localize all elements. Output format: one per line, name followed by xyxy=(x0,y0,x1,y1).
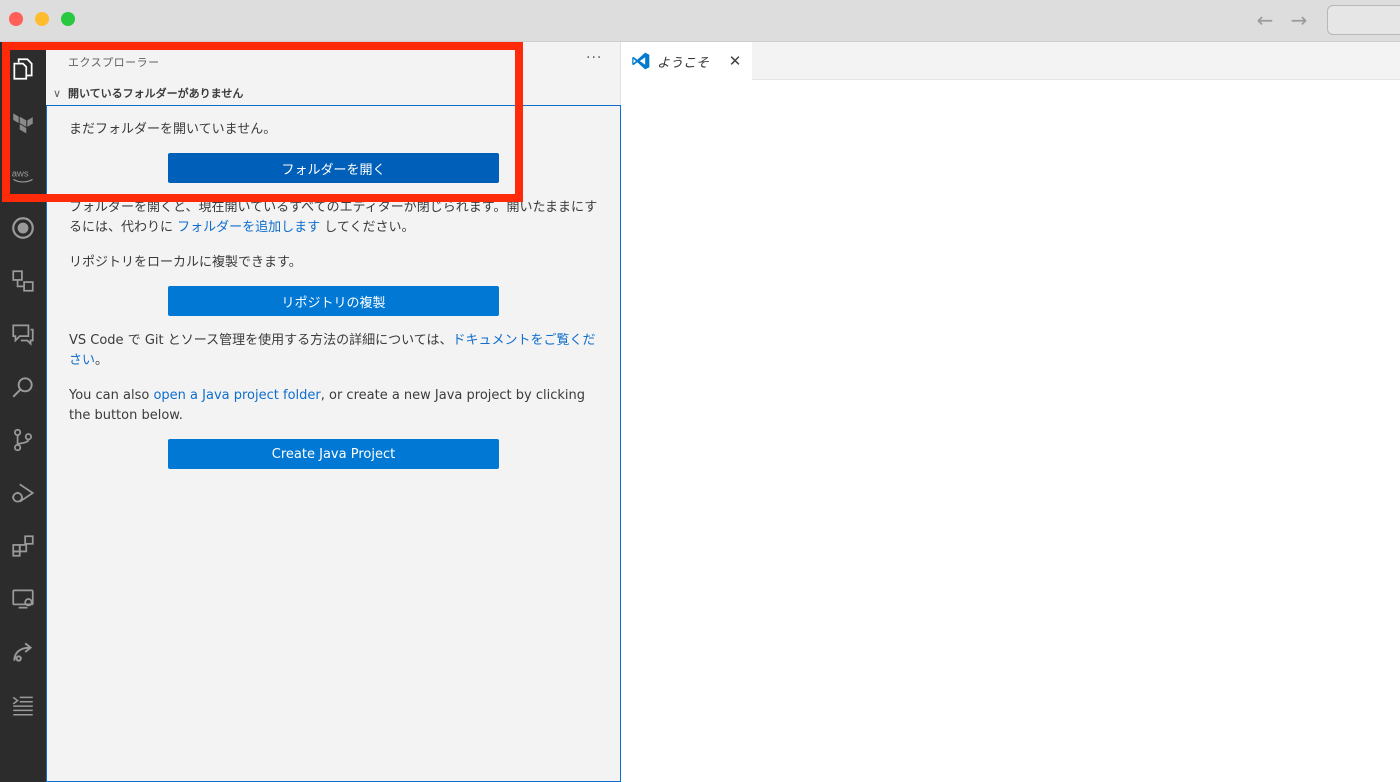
command-center[interactable] xyxy=(1327,5,1400,35)
search-icon[interactable] xyxy=(0,364,46,410)
comments-icon[interactable] xyxy=(0,311,46,357)
no-folder-text: まだフォルダーを開いていません。 xyxy=(69,122,277,137)
editor-area[interactable] xyxy=(621,80,1400,782)
no-folder-section-header[interactable]: ∨ 開いているフォルダーがありません xyxy=(46,82,621,104)
window-close-button[interactable] xyxy=(9,12,23,26)
window-maximize-button[interactable] xyxy=(61,12,75,26)
editor-tab-bar: ようこそ ✕ xyxy=(621,42,1400,80)
extensions-icon[interactable] xyxy=(0,523,46,569)
back-arrow-icon[interactable]: ← xyxy=(1253,8,1277,32)
outline-icon[interactable] xyxy=(0,682,46,728)
remote-explorer-icon[interactable] xyxy=(0,258,46,304)
tab-label: ようこそ xyxy=(657,55,710,71)
clone-text: リポジトリをローカルに複製できます。 xyxy=(69,255,302,270)
run-debug-icon[interactable] xyxy=(0,470,46,516)
tab-welcome[interactable]: ようこそ ✕ xyxy=(621,42,752,80)
explorer-sidebar: エクスプローラー ··· ∨ 開いているフォルダーがありません まだフォルダーを… xyxy=(46,42,621,782)
section-label: 開いているフォルダーがありません xyxy=(68,87,244,100)
window-titlebar: ← → xyxy=(0,0,1400,42)
forward-arrow-icon[interactable]: → xyxy=(1287,8,1311,32)
more-actions-icon[interactable]: ··· xyxy=(586,50,602,66)
git-docs-text: VS Code で Git とソース管理を使用する方法の詳細については、ドキュメ… xyxy=(69,333,596,368)
clone-repository-button[interactable]: リポジトリの複製 xyxy=(168,286,499,316)
window-minimize-button[interactable] xyxy=(35,12,49,26)
svg-text:aws: aws xyxy=(12,169,29,180)
add-folder-link[interactable]: フォルダーを追加します xyxy=(177,220,320,235)
timeline-icon[interactable] xyxy=(0,205,46,251)
activity-bar: aws xyxy=(0,42,46,782)
open-folder-button[interactable]: フォルダーを開く xyxy=(168,153,499,183)
welcome-view: まだフォルダーを開いていません。 フォルダーを開く フォルダーを開くと、現在開い… xyxy=(46,105,621,782)
source-control-icon[interactable] xyxy=(0,417,46,463)
vscode-logo-icon xyxy=(632,52,650,70)
explorer-icon[interactable] xyxy=(0,46,46,92)
java-text: You can also open a Java project folder,… xyxy=(69,388,585,423)
aws-icon[interactable]: aws xyxy=(0,152,46,198)
create-java-project-button[interactable]: Create Java Project xyxy=(168,439,499,469)
open-java-folder-link[interactable]: open a Java project folder xyxy=(153,388,320,403)
sidebar-title: エクスプローラー xyxy=(68,56,160,69)
remote-window-icon[interactable] xyxy=(0,576,46,622)
chevron-down-icon: ∨ xyxy=(52,86,62,100)
close-icon[interactable]: ✕ xyxy=(726,52,744,70)
workspace-text: フォルダーを開くと、現在開いているすべてのエディターが閉じられます。開いたままに… xyxy=(69,200,598,235)
terraform-icon[interactable] xyxy=(0,99,46,145)
live-share-icon[interactable] xyxy=(0,629,46,675)
